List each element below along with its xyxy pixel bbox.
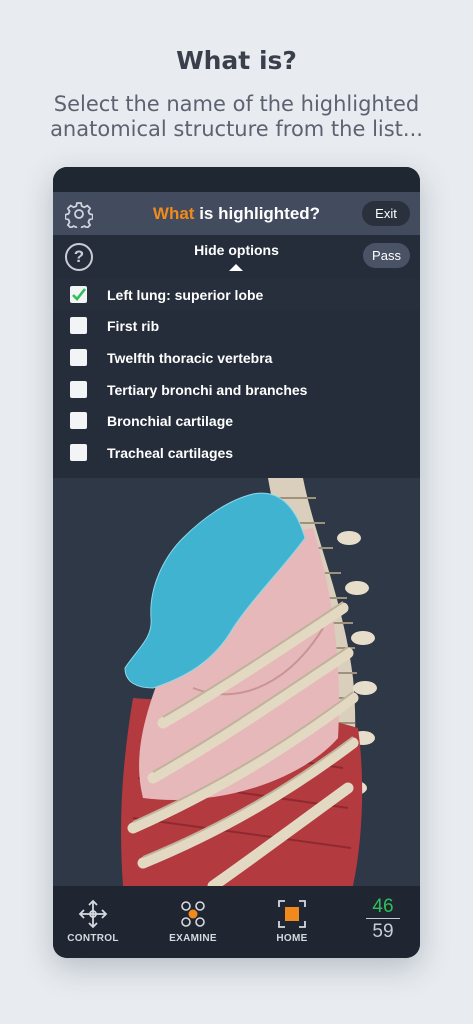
checkbox[interactable] bbox=[70, 349, 87, 366]
checkbox[interactable] bbox=[70, 381, 87, 398]
option-item[interactable]: Tracheal cartilages bbox=[53, 437, 420, 468]
control-label: CONTROL bbox=[67, 933, 119, 944]
examine-tab[interactable]: EXAMINE bbox=[153, 898, 233, 944]
score-total: 59 bbox=[366, 918, 400, 943]
caret-up-icon bbox=[229, 264, 243, 271]
checkbox-checked[interactable] bbox=[70, 286, 87, 303]
exit-button[interactable]: Exit bbox=[362, 201, 410, 226]
status-strip bbox=[53, 167, 420, 192]
option-label: Tracheal cartilages bbox=[107, 444, 234, 461]
question-title-accent: What bbox=[152, 204, 195, 223]
checkmark-icon bbox=[72, 288, 87, 301]
option-item[interactable]: First rib bbox=[53, 310, 420, 341]
app-screen: What is highlighted? Exit ? Hide options… bbox=[53, 167, 420, 958]
option-label: Left lung: superior lobe bbox=[107, 286, 264, 303]
score-counter: 46 59 bbox=[366, 896, 400, 943]
home-focus-icon bbox=[278, 900, 306, 928]
question-title-rest: is highlighted? bbox=[194, 204, 321, 223]
option-label: Bronchial cartilage bbox=[107, 412, 234, 429]
examine-label: EXAMINE bbox=[169, 933, 217, 944]
option-label: Twelfth thoracic vertebra bbox=[107, 349, 273, 366]
home-label: HOME bbox=[276, 933, 308, 944]
checkbox[interactable] bbox=[70, 317, 87, 334]
option-item[interactable]: Tertiary bronchi and branches bbox=[53, 374, 420, 405]
bottom-toolbar: CONTROL EXAMINE HOME 46 59 bbox=[53, 886, 420, 958]
examine-icon bbox=[181, 901, 205, 927]
home-tab[interactable]: HOME bbox=[252, 898, 332, 944]
option-item[interactable]: Bronchial cartilage bbox=[53, 405, 420, 436]
control-tab[interactable]: CONTROL bbox=[53, 898, 133, 944]
options-panel: ? Hide options Pass Left lung: superior … bbox=[53, 235, 420, 478]
checkbox[interactable] bbox=[70, 444, 87, 461]
checkbox[interactable] bbox=[70, 412, 87, 429]
page-subtitle: Select the name of the highlighted anato… bbox=[50, 92, 423, 141]
title-bar: What is highlighted? Exit bbox=[53, 192, 420, 235]
anatomy-viewer[interactable] bbox=[53, 478, 420, 892]
score-correct: 46 bbox=[372, 896, 394, 917]
option-label: First rib bbox=[107, 317, 160, 334]
page-headline: What is? bbox=[176, 46, 297, 75]
option-item[interactable]: Left lung: superior lobe bbox=[53, 279, 420, 310]
move-arrows-icon bbox=[78, 899, 108, 929]
option-item[interactable]: Twelfth thoracic vertebra bbox=[53, 342, 420, 373]
pass-button[interactable]: Pass bbox=[363, 243, 410, 268]
option-label: Tertiary bronchi and branches bbox=[107, 381, 308, 398]
